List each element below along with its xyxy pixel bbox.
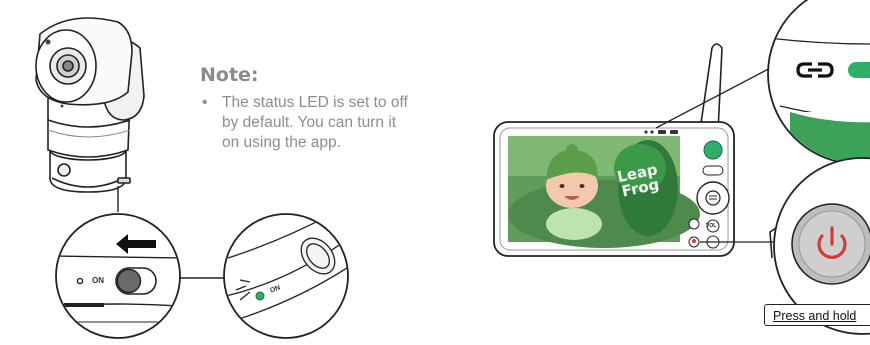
- bullet-marker: •: [202, 94, 208, 111]
- parent-unit-illustration: [493, 43, 792, 257]
- note-text: The status LED is set to off by default.…: [222, 94, 408, 151]
- power-switch-callout: [55, 213, 181, 339]
- vol-label: VOL: [706, 223, 717, 229]
- led-callout: [223, 213, 349, 339]
- product-illustration: [35, 0, 870, 339]
- switch-led-dot: [76, 277, 84, 285]
- note-title: Note:: [200, 64, 259, 86]
- press-and-hold-label: Press and hold: [764, 304, 870, 326]
- camera-illustration: [35, 17, 145, 193]
- switch-on-label: ON: [92, 276, 104, 285]
- switch-knob: [116, 268, 142, 294]
- note-bullet-item: • The status LED is set to off by defaul…: [202, 93, 412, 153]
- green-led-icon: [255, 291, 265, 301]
- brand-logo-icon: [703, 140, 723, 160]
- link-icon-callout: [767, 0, 870, 165]
